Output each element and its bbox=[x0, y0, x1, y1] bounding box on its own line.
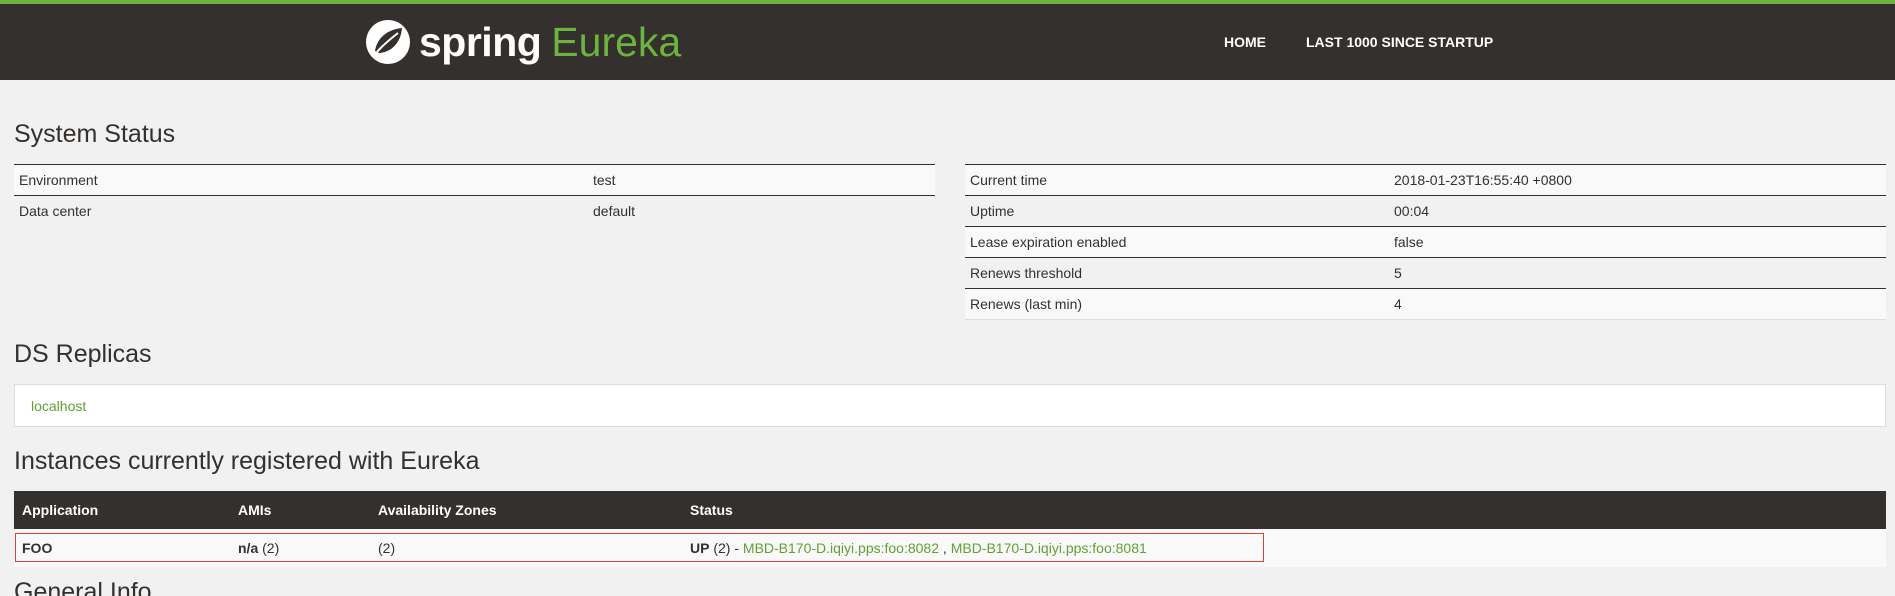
nav-last-1000-link[interactable]: LAST 1000 SINCE STARTUP bbox=[1306, 34, 1493, 50]
ds-replicas-heading: DS Replicas bbox=[14, 340, 152, 368]
nav-home-link[interactable]: HOME bbox=[1224, 34, 1266, 50]
column-header-amis: AMIs bbox=[230, 491, 370, 529]
instance-link-8081[interactable]: MBD-B170-D.iqiyi.pps:foo:8081 bbox=[951, 540, 1147, 556]
table-row: Lease expiration enabled false bbox=[965, 226, 1886, 258]
ds-replicas-list: localhost bbox=[14, 384, 1886, 427]
status-value: 5 bbox=[1389, 257, 1886, 289]
status-value: test bbox=[588, 164, 935, 196]
table-row: FOO n/a (2) (2) UP (2) - MBD-B170-D.iqiy… bbox=[14, 529, 1886, 567]
table-row: Environment test bbox=[14, 164, 935, 196]
table-row: Uptime 00:04 bbox=[965, 195, 1886, 227]
status-value: 2018-01-23T16:55:40 +0800 bbox=[1389, 164, 1886, 196]
amis-cell: n/a (2) bbox=[230, 529, 370, 567]
status-key: Data center bbox=[14, 195, 588, 227]
instances-heading: Instances currently registered with Eure… bbox=[14, 447, 480, 475]
status-value: false bbox=[1389, 226, 1886, 258]
table-row: Data center default bbox=[14, 195, 935, 227]
status-count: (2) - bbox=[709, 540, 743, 556]
replica-localhost-link[interactable]: localhost bbox=[31, 398, 86, 414]
status-key: Lease expiration enabled bbox=[965, 226, 1389, 258]
system-status-table-left: Environment test Data center default bbox=[14, 164, 935, 227]
status-value: default bbox=[588, 195, 935, 227]
status-value: 00:04 bbox=[1389, 195, 1886, 227]
table-row: Current time 2018-01-23T16:55:40 +0800 bbox=[965, 164, 1886, 196]
application-name: FOO bbox=[14, 529, 230, 567]
table-row: Renews (last min) 4 bbox=[965, 288, 1886, 320]
column-header-application: Application bbox=[14, 491, 230, 529]
status-cell: UP (2) - MBD-B170-D.iqiyi.pps:foo:8082 ,… bbox=[682, 529, 1886, 567]
instance-link-8082[interactable]: MBD-B170-D.iqiyi.pps:foo:8082 bbox=[743, 540, 939, 556]
status-key: Uptime bbox=[965, 195, 1389, 227]
amis-value: n/a bbox=[238, 540, 259, 556]
system-status-heading: System Status bbox=[14, 120, 176, 148]
brand-spring-text: spring bbox=[419, 18, 542, 65]
column-header-status: Status bbox=[682, 491, 1886, 529]
navbar: spring Eureka HOME LAST 1000 SINCE START… bbox=[0, 0, 1895, 80]
spring-leaf-icon bbox=[366, 20, 410, 64]
system-status-table-right: Current time 2018-01-23T16:55:40 +0800 U… bbox=[965, 164, 1886, 320]
instance-separator: , bbox=[939, 540, 951, 556]
status-key: Renews threshold bbox=[965, 257, 1389, 289]
instances-table: Application AMIs Availability Zones Stat… bbox=[14, 491, 1886, 567]
brand-logo-link[interactable]: spring Eureka bbox=[365, 14, 681, 70]
status-key: Renews (last min) bbox=[965, 288, 1389, 320]
general-info-heading: General Info bbox=[14, 578, 152, 596]
column-header-availability-zones: Availability Zones bbox=[370, 491, 682, 529]
status-up: UP bbox=[690, 540, 710, 556]
status-key: Current time bbox=[965, 164, 1389, 196]
brand-eureka-text: Eureka bbox=[551, 18, 682, 65]
status-key: Environment bbox=[14, 164, 588, 196]
status-value: 4 bbox=[1389, 288, 1886, 320]
amis-count: (2) bbox=[258, 540, 280, 556]
availability-zones-cell: (2) bbox=[370, 529, 682, 567]
nav-menu: HOME LAST 1000 SINCE STARTUP bbox=[1224, 34, 1533, 50]
table-header-row: Application AMIs Availability Zones Stat… bbox=[14, 491, 1886, 529]
table-row: Renews threshold 5 bbox=[965, 257, 1886, 289]
